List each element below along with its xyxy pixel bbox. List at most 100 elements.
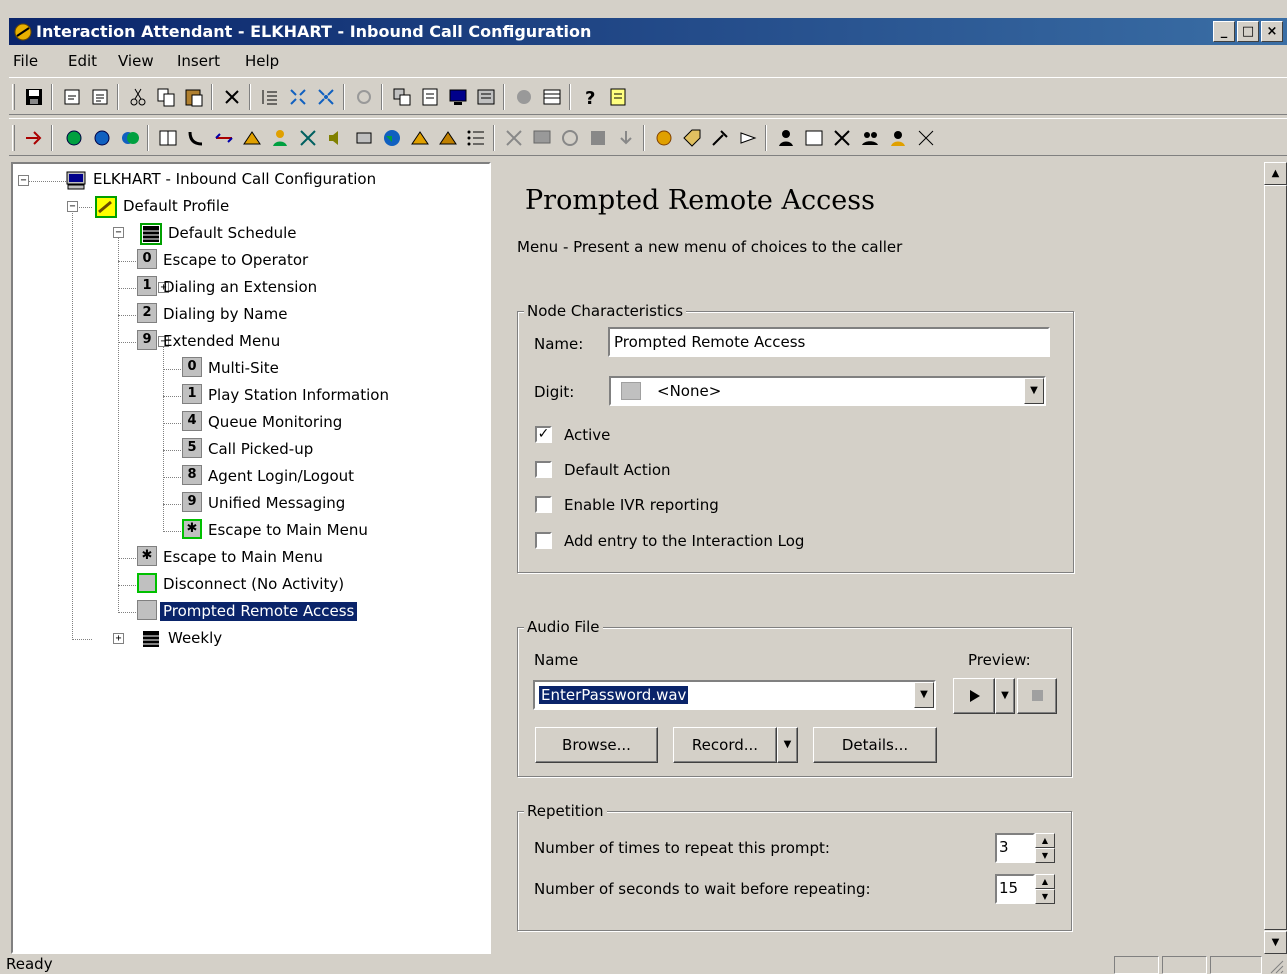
browse-button[interactable]: Browse...: [535, 727, 658, 763]
email-icon[interactable]: [437, 127, 459, 149]
standard-toolbar: ?: [9, 77, 1287, 115]
subroutine-icon[interactable]: [559, 127, 581, 149]
collapse-root-toggle[interactable]: −: [18, 175, 29, 186]
interaction-log-checkbox[interactable]: [535, 532, 552, 549]
notes-icon[interactable]: [607, 86, 629, 108]
name-input[interactable]: Prompted Remote Access: [608, 327, 1050, 357]
details-button[interactable]: Details...: [813, 727, 937, 763]
play-button[interactable]: [953, 678, 995, 714]
scroll-up-button[interactable]: ▲: [1264, 162, 1287, 185]
menu-view[interactable]: View: [118, 52, 154, 70]
active-checkbox[interactable]: ✓: [535, 426, 552, 443]
save-icon[interactable]: [23, 86, 45, 108]
schedule-icon[interactable]: [541, 86, 563, 108]
copy-icon[interactable]: [155, 86, 177, 108]
profile-green-icon[interactable]: [63, 127, 85, 149]
delete-icon[interactable]: [221, 86, 243, 108]
collapse-profile-toggle[interactable]: −: [67, 201, 78, 212]
flow-icon[interactable]: [503, 127, 525, 149]
wait-seconds-stepper[interactable]: 15 ▲ ▼: [995, 874, 1055, 904]
bug-icon[interactable]: [653, 127, 675, 149]
split-icon[interactable]: [831, 127, 853, 149]
properties-icon[interactable]: [353, 86, 375, 108]
scroll-thumb[interactable]: [1264, 185, 1287, 930]
monitor-icon[interactable]: [447, 86, 469, 108]
fax-icon[interactable]: [353, 127, 375, 149]
export-icon[interactable]: [89, 86, 111, 108]
user-icon[interactable]: [775, 127, 797, 149]
group-icon[interactable]: [859, 127, 881, 149]
language-icon[interactable]: [915, 127, 937, 149]
vertical-scrollbar[interactable]: ▲ ▼: [1264, 162, 1287, 954]
audio-file-select[interactable]: EnterPassword.wav ▼: [533, 680, 936, 710]
increment-button[interactable]: ▲: [1035, 874, 1055, 889]
screen-pop-icon[interactable]: [531, 127, 553, 149]
paste-icon[interactable]: [183, 86, 205, 108]
pointer-icon[interactable]: [737, 127, 759, 149]
validate-icon[interactable]: [419, 86, 441, 108]
scroll-down-button[interactable]: ▼: [1264, 931, 1287, 954]
pane-splitter[interactable]: [491, 162, 498, 954]
voicemail-icon[interactable]: [409, 127, 431, 149]
phone-icon[interactable]: [185, 127, 207, 149]
profile-blue-icon[interactable]: [91, 127, 113, 149]
list-icon[interactable]: [465, 127, 487, 149]
decrement-button[interactable]: ▼: [1035, 889, 1055, 904]
agent-icon[interactable]: [269, 127, 291, 149]
help-icon[interactable]: ?: [579, 86, 601, 108]
name-label: Name:: [534, 335, 584, 353]
play-options-button[interactable]: ▼: [995, 678, 1015, 714]
interaction-log-label: Add entry to the Interaction Log: [564, 532, 805, 550]
status-panel: [1114, 956, 1159, 974]
workgroup-icon[interactable]: [297, 127, 319, 149]
stop-button[interactable]: [1017, 678, 1057, 714]
record-button[interactable]: Record...: [673, 727, 777, 763]
web-icon[interactable]: [381, 127, 403, 149]
hammer-icon[interactable]: [709, 127, 731, 149]
menu-file[interactable]: File: [13, 52, 38, 70]
collapse-all-icon[interactable]: [315, 86, 337, 108]
transfer-icon[interactable]: [213, 127, 235, 149]
import-icon[interactable]: [61, 86, 83, 108]
queue-icon[interactable]: [241, 127, 263, 149]
directory-icon[interactable]: [157, 127, 179, 149]
server-icon[interactable]: [475, 86, 497, 108]
profile-multi-icon[interactable]: [119, 127, 141, 149]
stop-icon: [1032, 690, 1043, 701]
calendar-icon: [140, 223, 162, 245]
logic-icon[interactable]: [587, 127, 609, 149]
digit-badge: 5: [182, 438, 202, 458]
expand-weekly-toggle[interactable]: +: [113, 633, 124, 644]
wait-seconds-input[interactable]: 15: [995, 874, 1035, 904]
menu-edit[interactable]: Edit: [68, 52, 97, 70]
default-action-checkbox[interactable]: [535, 461, 552, 478]
ivr-reporting-checkbox[interactable]: [535, 496, 552, 513]
increment-button[interactable]: ▲: [1035, 833, 1055, 848]
menu-help[interactable]: Help: [245, 52, 279, 70]
supervisor-icon[interactable]: [887, 127, 909, 149]
new-node-icon[interactable]: [23, 127, 45, 149]
maximize-button[interactable]: □: [1237, 21, 1259, 42]
expand-all-icon[interactable]: [287, 86, 309, 108]
publish-icon[interactable]: [391, 86, 413, 108]
record-options-button[interactable]: ▼: [777, 727, 798, 763]
play-audio-icon[interactable]: [325, 127, 347, 149]
indent-icon[interactable]: [259, 86, 281, 108]
cut-icon[interactable]: [127, 86, 149, 108]
download-icon[interactable]: [615, 127, 637, 149]
minimize-button[interactable]: _: [1213, 21, 1235, 42]
station-icon[interactable]: [803, 127, 825, 149]
decrement-button[interactable]: ▼: [1035, 848, 1055, 863]
collapse-schedule-toggle[interactable]: −: [113, 227, 124, 238]
digit-select[interactable]: <None> ▼: [609, 376, 1046, 406]
chevron-down-icon[interactable]: ▼: [1024, 378, 1044, 404]
resize-grip-icon[interactable]: [1266, 956, 1284, 974]
repeat-count-stepper[interactable]: 3 ▲ ▼: [995, 833, 1055, 863]
menu-insert[interactable]: Insert: [177, 52, 220, 70]
close-button[interactable]: ×: [1261, 21, 1283, 42]
tag-icon[interactable]: [681, 127, 703, 149]
configuration-tree[interactable]: − ELKHART - Inbound Call Configuration −…: [11, 162, 491, 954]
chevron-down-icon[interactable]: ▼: [914, 682, 934, 708]
repeat-count-input[interactable]: 3: [995, 833, 1035, 863]
audio-icon[interactable]: [513, 86, 535, 108]
